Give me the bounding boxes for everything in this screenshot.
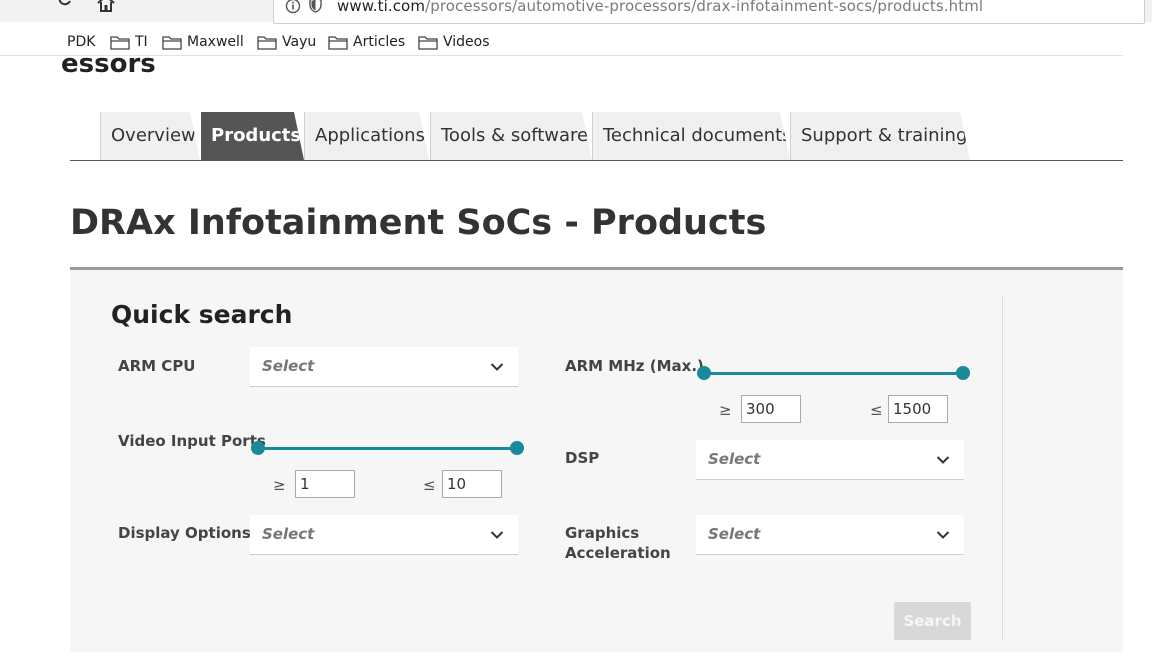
greater-equal-symbol: ≥ (719, 401, 732, 419)
tab-strip: Overview Products Applications Tools & s… (70, 110, 1123, 161)
display-options-label: Display Options (118, 524, 251, 542)
video-input-ports-max-handle[interactable] (510, 441, 524, 455)
home-icon[interactable] (96, 0, 116, 12)
video-input-ports-min-handle[interactable] (251, 441, 265, 455)
tab-label: Applications (315, 125, 425, 146)
chevron-down-icon (936, 456, 950, 464)
folder-icon (110, 36, 130, 50)
chevron-down-icon (490, 363, 504, 371)
url-text[interactable]: www.ti.com/processors/automotive-process… (337, 0, 983, 15)
tracking-shield-icon[interactable] (309, 0, 322, 13)
url-host: www.ti.com (337, 0, 426, 15)
quick-search-title: Quick search (111, 300, 293, 329)
folder-icon (328, 36, 348, 50)
folder-icon (257, 36, 277, 50)
tab-applications[interactable]: Applications (304, 112, 429, 160)
bookmark-label: Videos (443, 34, 490, 50)
tab-label: Overview (111, 125, 196, 146)
dsp-select[interactable]: Select (696, 440, 964, 480)
panel-divider (1002, 295, 1003, 640)
arm-mhz-label: ARM MHz (Max.) (565, 357, 704, 375)
bookmark-label: TI (135, 34, 148, 50)
tab-label: Support & training (801, 125, 968, 146)
bookmark-maxwell[interactable]: Maxwell (162, 32, 244, 52)
folder-icon (418, 36, 438, 50)
tab-label: Technical documents (603, 125, 792, 146)
bookmark-label: PDK (67, 34, 96, 50)
tab-label: Tools & software (441, 125, 589, 146)
url-path: /processors/automotive-processors/drax-i… (425, 0, 984, 15)
graphics-acceleration-label-line2: Acceleration (565, 544, 671, 562)
info-icon[interactable] (285, 0, 301, 14)
video-input-ports-label: Video Input Ports (118, 432, 266, 450)
bookmark-label: Vayu (282, 34, 317, 50)
tab-technical-documents[interactable]: Technical documents (592, 112, 790, 160)
bookmark-videos[interactable]: Videos (418, 32, 490, 52)
arm-mhz-slider-track[interactable] (704, 372, 964, 375)
section-heading: essors (61, 49, 156, 79)
select-placeholder: Select (708, 525, 761, 543)
arm-mhz-max-handle[interactable] (956, 366, 970, 380)
bookmark-articles[interactable]: Articles (328, 32, 405, 52)
graphics-acceleration-label-line1: Graphics (565, 524, 640, 542)
bookmark-label: Maxwell (187, 34, 244, 50)
tab-support-training[interactable]: Support & training (790, 112, 970, 160)
select-placeholder: Select (262, 357, 315, 375)
chevron-down-icon (936, 531, 950, 539)
tab-tools-software[interactable]: Tools & software (430, 112, 592, 160)
chevron-down-icon (490, 531, 504, 539)
dsp-label: DSP (565, 449, 600, 467)
less-equal-symbol: ≤ (423, 476, 436, 494)
greater-equal-symbol: ≥ (273, 476, 286, 494)
tab-label: Products (211, 125, 302, 146)
arm-mhz-max-input[interactable]: 1500 (888, 395, 948, 423)
arm-mhz-min-handle[interactable] (697, 366, 711, 380)
less-equal-symbol: ≤ (870, 401, 883, 419)
video-input-ports-max-input[interactable]: 10 (442, 470, 502, 498)
select-placeholder: Select (262, 525, 315, 543)
search-button[interactable]: Search (894, 602, 971, 640)
graphics-acceleration-label: Graphics Acceleration (565, 523, 671, 563)
bookmarks-bar: PDK TI Maxwell Vayu Articles Videos (0, 27, 1123, 56)
tab-products[interactable]: Products (201, 112, 304, 160)
reload-icon[interactable] (58, 0, 72, 6)
bookmark-label: Articles (353, 34, 406, 50)
video-input-ports-min-input[interactable]: 1 (295, 470, 355, 498)
tab-overview[interactable]: Overview (100, 112, 200, 160)
select-placeholder: Select (708, 450, 761, 468)
video-input-ports-slider-track[interactable] (258, 447, 518, 450)
page-title: DRAx Infotainment SoCs - Products (70, 203, 767, 243)
arm-mhz-min-input[interactable]: 300 (741, 395, 801, 423)
arm-cpu-select[interactable]: Select (250, 347, 518, 387)
display-options-select[interactable]: Select (250, 515, 518, 555)
graphics-acceleration-select[interactable]: Select (696, 515, 964, 555)
folder-icon (162, 36, 182, 50)
bookmark-vayu[interactable]: Vayu (257, 32, 316, 52)
arm-cpu-label: ARM CPU (118, 357, 196, 375)
